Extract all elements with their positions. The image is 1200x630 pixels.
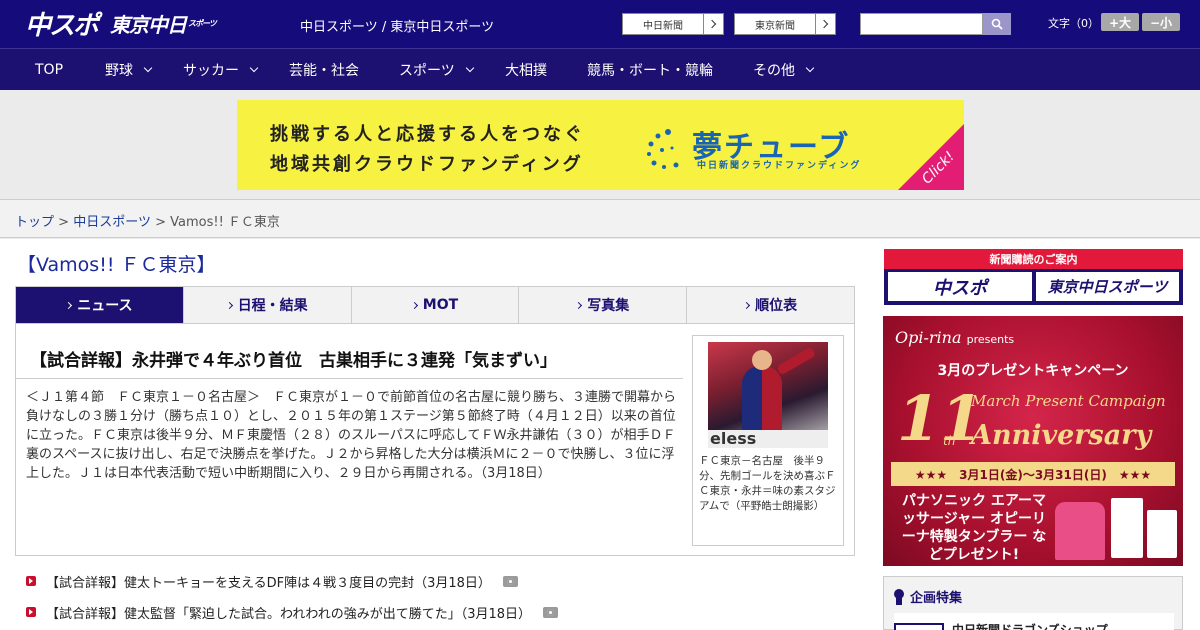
ad-text: 挑戦する人と応援する人をつなぐ 地域共創クラウドファンディング: [270, 124, 585, 175]
site-header: 中スポ 東京中日 スポーツ 中日スポーツ / 東京中日スポーツ 中日新聞 東京新聞…: [0, 0, 1200, 48]
chuspo-logo[interactable]: 中スポ: [25, 8, 99, 41]
chevron-right-icon: [743, 301, 751, 309]
tumbler-image: [1147, 510, 1177, 558]
nav-item-entertainment[interactable]: 芸能・社会: [289, 49, 359, 90]
chevron-right-icon: [575, 301, 583, 309]
chevron-right-icon: [703, 14, 723, 34]
breadcrumb: トップ > 中日スポーツ > Vamos!! ＦＣ東京: [0, 200, 1200, 238]
player-head: [752, 350, 772, 370]
ad-sub: 中日新聞クラウドファンディング: [697, 161, 862, 171]
nav-item-racing[interactable]: 競馬・ボート・競輪: [587, 49, 713, 90]
arrow-bullet-icon: [26, 607, 36, 617]
breadcrumb-top[interactable]: トップ: [15, 215, 54, 230]
subscription-banner[interactable]: 新聞購読のご案内 中スポ 東京中日スポーツ: [884, 249, 1183, 305]
tab-news[interactable]: ニュース: [16, 287, 184, 323]
search-icon: [991, 18, 1003, 30]
divider: [15, 378, 683, 379]
subscribe-chuspo-logo[interactable]: 中スポ: [888, 272, 1032, 301]
ribbon-icon: [894, 588, 904, 605]
breadcrumb-current: Vamos!! ＦＣ東京: [170, 215, 280, 230]
tab-photos[interactable]: 写真集: [519, 287, 688, 323]
tab-mot[interactable]: MOT: [352, 287, 520, 323]
campaign-subtitle: March Present Campaign: [971, 392, 1166, 410]
chunichi-shimbun-button[interactable]: 中日新聞: [622, 13, 724, 35]
tumbler-image: [1111, 498, 1143, 558]
player-arm: [776, 346, 816, 376]
campaign-brand: Opi-rina presents: [895, 328, 1015, 347]
chevron-down-icon: [143, 63, 153, 72]
photo-sign: eless: [708, 430, 828, 448]
campaign-prize: パナソニック エアーマッサージャー オピーリーナ特製タンブラー などプレゼント!: [901, 493, 1047, 563]
font-size-label: 文字（0）: [1048, 17, 1099, 30]
massager-image: [1055, 502, 1105, 560]
chevron-right-icon: [225, 301, 233, 309]
font-smaller-button[interactable]: −小: [1142, 13, 1180, 31]
list-item[interactable]: 【試合詳報】健太トーキョーを支えるDF陣は４戦３度目の完封（3月18日）: [26, 571, 518, 591]
search-button[interactable]: [983, 13, 1011, 35]
feature-box: 企画特集 中日新聞ドラゴンズショップ: [883, 576, 1183, 630]
article-headline[interactable]: 【試合詳報】永井弾で４年ぶり首位 古巣相手に３連発「気まずい」: [30, 346, 557, 371]
arrow-bullet-icon: [26, 576, 36, 586]
chevron-right-icon: [410, 301, 418, 309]
article-body: ＜Ｊ１第４節 ＦＣ東京１－０名古屋＞ ＦＣ東京が１－０で前節首位の名古屋に競り勝…: [26, 390, 677, 481]
site-name: 中日スポーツ / 東京中日スポーツ: [300, 20, 495, 35]
camera-icon: [502, 575, 518, 587]
campaign-ad[interactable]: Opi-rina presents 3月のプレゼントキャンペーン 11 Marc…: [883, 316, 1183, 566]
search-input[interactable]: [860, 13, 983, 35]
tab-schedule[interactable]: 日程・結果: [184, 287, 352, 323]
feature-thumbnail: [894, 623, 944, 630]
feature-item[interactable]: 中日新聞ドラゴンズショップ: [894, 613, 1174, 630]
nav-item-baseball[interactable]: 野球: [105, 49, 153, 90]
main-nav: TOP 野球 サッカー 芸能・社会 スポーツ 大相撲 競馬・ボート・競輪 その他: [0, 48, 1200, 90]
tab-standings[interactable]: 順位表: [687, 287, 854, 323]
chevron-down-icon: [465, 63, 474, 72]
dots-logo-icon: [647, 129, 679, 169]
campaign-date: ★★★ 3月1日(金)〜3月31日(日) ★★★: [891, 462, 1175, 486]
nav-item-other[interactable]: その他: [753, 49, 815, 90]
camera-icon: [543, 606, 559, 618]
tokyo-shimbun-button[interactable]: 東京新聞: [734, 13, 836, 35]
article-photo-box: eless ＦＣ東京－名古屋 後半９分、先制ゴールを決め喜ぶＦＣ東京・永井＝味の…: [692, 335, 844, 546]
campaign-anniversary: Anniversary: [971, 420, 1152, 451]
subscription-heading: 新聞購読のご案内: [884, 249, 1183, 269]
nav-item-sports[interactable]: スポーツ: [399, 49, 474, 90]
chevron-right-icon: [815, 14, 835, 34]
breadcrumb-chunichi[interactable]: 中日スポーツ: [73, 215, 151, 230]
nav-item-soccer[interactable]: サッカー: [183, 49, 259, 90]
feature-item-label: 中日新聞ドラゴンズショップ: [952, 623, 1108, 630]
tokyo-chunichi-logo[interactable]: 東京中日 スポーツ: [110, 8, 217, 38]
ad-banner-yume-tube[interactable]: 挑戦する人と応援する人をつなぐ 地域共創クラウドファンディング 夢チューブ 中日…: [237, 100, 964, 190]
photo-caption: ＦＣ東京－名古屋 後半９分、先制ゴールを決め喜ぶＦＣ東京・永井＝味の素スタジアム…: [699, 455, 836, 512]
campaign-items: [1055, 494, 1179, 566]
font-larger-button[interactable]: +大: [1101, 13, 1139, 31]
chevron-down-icon: [249, 63, 259, 72]
section-tabs: ニュース 日程・結果 MOT 写真集 順位表: [15, 286, 855, 324]
page-title: 【Vamos!! ＦＣ東京】: [17, 254, 216, 276]
list-item[interactable]: 【試合詳報】健太監督「緊迫した試合。われわれの強みが出て勝てた」（3月18日）: [26, 602, 559, 622]
article-photo[interactable]: eless: [708, 342, 828, 448]
feature-title: 企画特集: [894, 587, 962, 606]
subscribe-tokyo-logo[interactable]: 東京中日スポーツ: [1036, 272, 1179, 301]
banner-area: 挑戦する人と応援する人をつなぐ 地域共創クラウドファンディング 夢チューブ 中日…: [0, 90, 1200, 200]
chevron-down-icon: [805, 63, 815, 72]
campaign-th: th: [943, 434, 956, 448]
chevron-right-icon: [65, 301, 73, 309]
nav-item-top[interactable]: TOP: [35, 49, 63, 90]
campaign-title: 3月のプレゼントキャンペーン: [937, 363, 1129, 379]
nav-item-sumo[interactable]: 大相撲: [505, 49, 547, 90]
